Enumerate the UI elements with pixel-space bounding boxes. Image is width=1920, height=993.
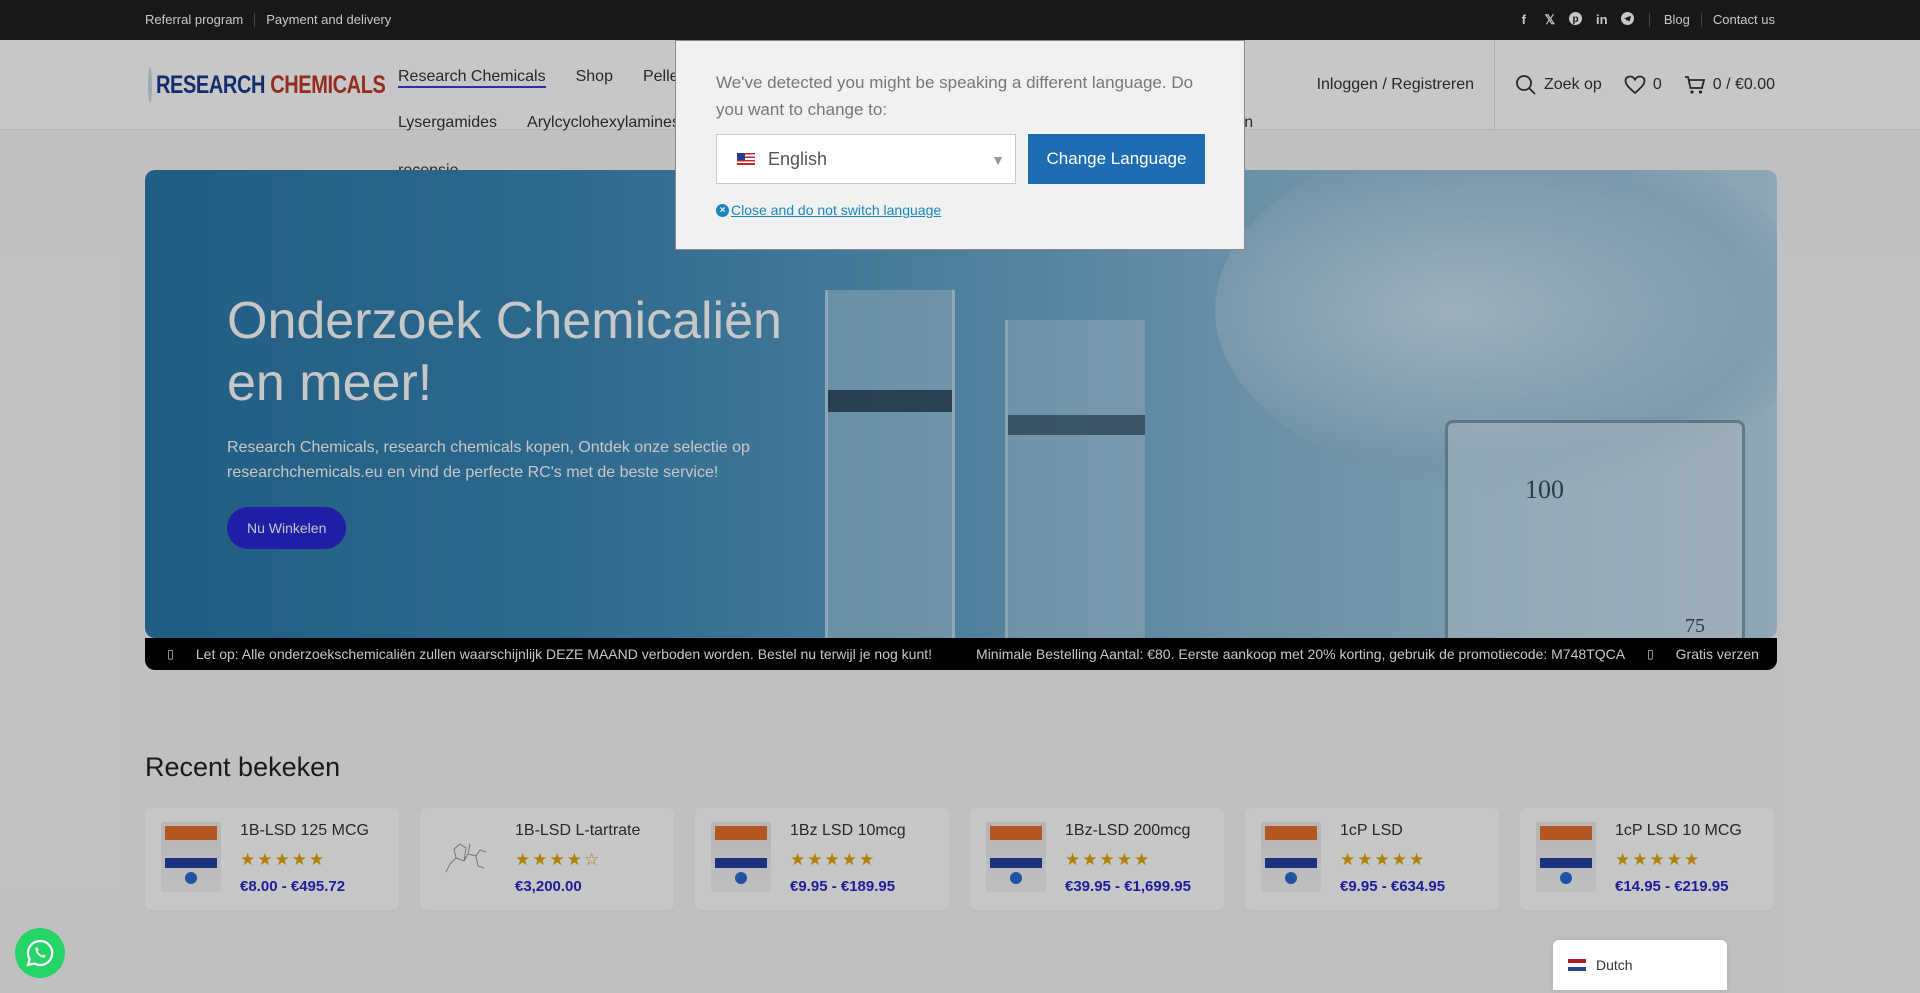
close-no-switch-link[interactable]: × Close and do not switch language	[716, 202, 941, 218]
language-detection-dialog: We've detected you might be speaking a d…	[675, 40, 1245, 250]
dropdown-arrow-icon: ▼	[991, 152, 1005, 168]
language-dialog-message: We've detected you might be speaking a d…	[716, 73, 1194, 119]
dutch-flag-icon	[1568, 959, 1586, 971]
whatsapp-icon	[26, 939, 54, 967]
close-link-label: Close and do not switch language	[731, 202, 942, 218]
change-language-button[interactable]: Change Language	[1028, 134, 1205, 184]
language-switcher[interactable]: Dutch	[1553, 940, 1727, 990]
whatsapp-chat-button[interactable]	[15, 928, 65, 978]
language-select[interactable]: English ▼	[716, 134, 1016, 184]
selected-language: English	[768, 148, 828, 169]
language-switcher-label: Dutch	[1596, 957, 1633, 973]
close-circle-icon: ×	[716, 203, 729, 217]
us-flag-icon	[737, 153, 755, 165]
